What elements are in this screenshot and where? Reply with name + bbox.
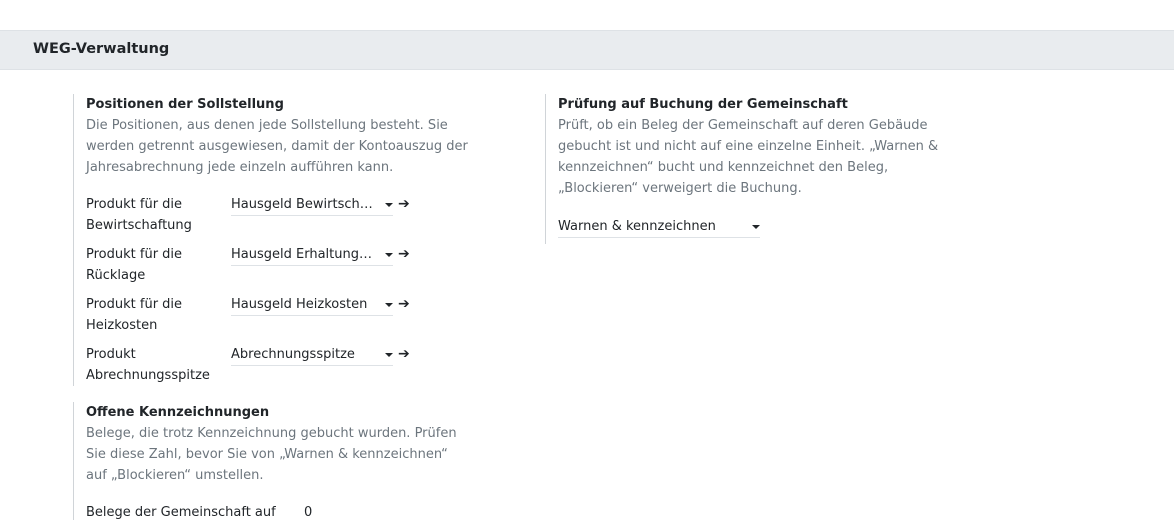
- select-value: Hausgeld Heizkosten: [231, 297, 368, 312]
- arrow-right-icon[interactable]: ➔: [398, 244, 410, 264]
- select-value: Hausgeld Erhaltungsrücklage: [231, 247, 376, 262]
- open-flags-setting: Offene Kennzeichnungen Belege, die trotz…: [73, 402, 493, 520]
- field-row-ruecklage: Produkt für die Rücklage Hausgeld Erhalt…: [86, 244, 426, 288]
- section-title: WEG-Verwaltung: [33, 41, 170, 57]
- open-flags-row-label: Belege der Gemeinschaft auf: [86, 505, 276, 520]
- arrow-right-icon[interactable]: ➔: [398, 344, 410, 364]
- positions-description: Die Positionen, aus denen jede Sollstell…: [86, 118, 468, 175]
- open-flags-count[interactable]: 0: [304, 502, 312, 520]
- positions-setting: Positionen der Sollstellung Die Position…: [73, 94, 493, 386]
- positions-title: Positionen der Sollstellung: [86, 97, 284, 112]
- check-description: Prüft, ob ein Beleg der Gemeinschaft auf…: [558, 118, 939, 196]
- caret-down-icon[interactable]: [385, 353, 393, 357]
- settings-page: WEG-Verwaltung Positionen der Sollstellu…: [0, 0, 1174, 520]
- product-select-heizkosten[interactable]: Hausgeld Heizkosten: [231, 294, 393, 316]
- caret-down-icon[interactable]: [385, 253, 393, 257]
- section-header: WEG-Verwaltung: [0, 30, 1174, 70]
- caret-down-icon[interactable]: [385, 203, 393, 207]
- select-value: Warnen & kennzeichnen: [558, 219, 716, 234]
- caret-down-icon[interactable]: [385, 303, 393, 307]
- product-select-abrechnungsspitze[interactable]: Abrechnungsspitze: [231, 344, 393, 366]
- field-row-abrechnungsspitze: Produkt Abrechnungsspitze Abrechnungsspi…: [86, 344, 426, 388]
- field-row-bewirtschaftung: Produkt für die Bewirtschaftung Hausgeld…: [86, 194, 426, 238]
- field-label: Produkt für die Bewirtschaftung: [86, 197, 192, 233]
- community-booking-check-setting: Prüfung auf Buchung der Gemeinschaft Prü…: [545, 94, 965, 244]
- caret-down-icon[interactable]: [752, 225, 760, 229]
- product-select-bewirtschaftung[interactable]: Hausgeld Bewirtschaftung: [231, 194, 393, 216]
- select-value: Hausgeld Bewirtschaftung: [231, 197, 376, 212]
- arrow-right-icon[interactable]: ➔: [398, 294, 410, 314]
- open-flags-title: Offene Kennzeichnungen: [86, 405, 270, 420]
- check-mode-select[interactable]: Warnen & kennzeichnen: [558, 216, 760, 238]
- open-flags-description: Belege, die trotz Kennzeichnung gebucht …: [86, 426, 457, 483]
- field-label: Produkt für die Heizkosten: [86, 297, 183, 333]
- check-title: Prüfung auf Buchung der Gemeinschaft: [558, 97, 848, 112]
- field-row-heizkosten: Produkt für die Heizkosten Hausgeld Heiz…: [86, 294, 426, 338]
- select-value: Abrechnungsspitze: [231, 347, 355, 362]
- field-label: Produkt für die Rücklage: [86, 247, 183, 283]
- product-select-ruecklage[interactable]: Hausgeld Erhaltungsrücklage: [231, 244, 393, 266]
- arrow-right-icon[interactable]: ➔: [398, 194, 410, 214]
- field-label: Produkt Abrechnungsspitze: [86, 347, 210, 383]
